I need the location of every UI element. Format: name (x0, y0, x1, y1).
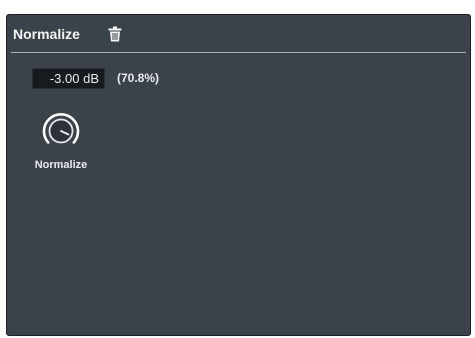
normalize-percent-readout: (70.8%) (117, 71, 160, 85)
header-divider (11, 52, 466, 53)
rotary-knob-icon (42, 113, 80, 144)
normalize-panel: Normalize -3.00 dB (70.8%) Normalize (6, 14, 471, 336)
panel-title: Normalize (13, 26, 80, 42)
normalize-knob[interactable] (41, 111, 81, 151)
trash-icon[interactable] (107, 26, 123, 42)
normalize-knob-label: Normalize (34, 159, 88, 171)
panel-header: Normalize (7, 15, 470, 53)
normalize-value-field[interactable]: -3.00 dB (32, 68, 105, 89)
